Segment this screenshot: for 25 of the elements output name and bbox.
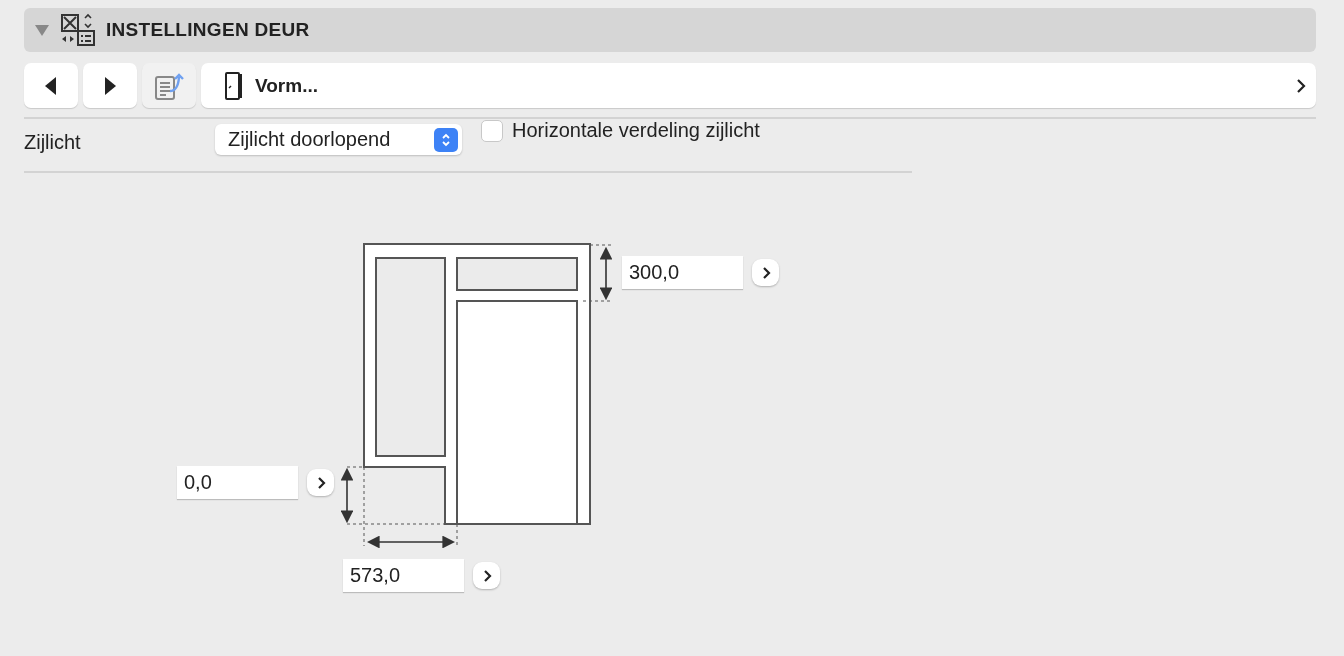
arrow-button[interactable] — [752, 259, 779, 286]
panel-title: INSTELLINGEN DEUR — [106, 19, 310, 41]
checkbox-label: Horizontale verdeling zijlicht — [512, 119, 760, 142]
dimension-field[interactable]: 0,0 — [177, 466, 298, 499]
up-down-icon — [441, 131, 451, 148]
triangle-right-icon — [103, 75, 117, 96]
checkbox[interactable] — [481, 120, 503, 142]
triangle-left-icon — [44, 75, 58, 96]
arrow-button[interactable] — [473, 562, 500, 589]
chevron-right-icon — [1296, 78, 1306, 93]
side-light-select[interactable]: Zijlicht doorlopend — [215, 124, 462, 155]
settings-grid-icon — [60, 13, 96, 47]
dimension-field[interactable]: 573,0 — [343, 559, 464, 592]
back-button[interactable] — [24, 63, 78, 108]
field-label: Zijlicht — [24, 131, 82, 154]
chevron-right-icon — [481, 569, 492, 582]
door-icon — [225, 71, 243, 100]
forward-button[interactable] — [83, 63, 137, 108]
arrow-button[interactable] — [307, 469, 334, 496]
page-selector[interactable]: Vorm... — [201, 63, 1316, 108]
chevron-right-icon — [760, 266, 771, 279]
chevron-right-icon — [315, 476, 326, 489]
dimension-field[interactable]: 300,0 — [622, 256, 743, 289]
document-export-button[interactable] — [142, 63, 196, 108]
panel-header[interactable]: INSTELLINGEN DEUR — [24, 8, 1316, 52]
